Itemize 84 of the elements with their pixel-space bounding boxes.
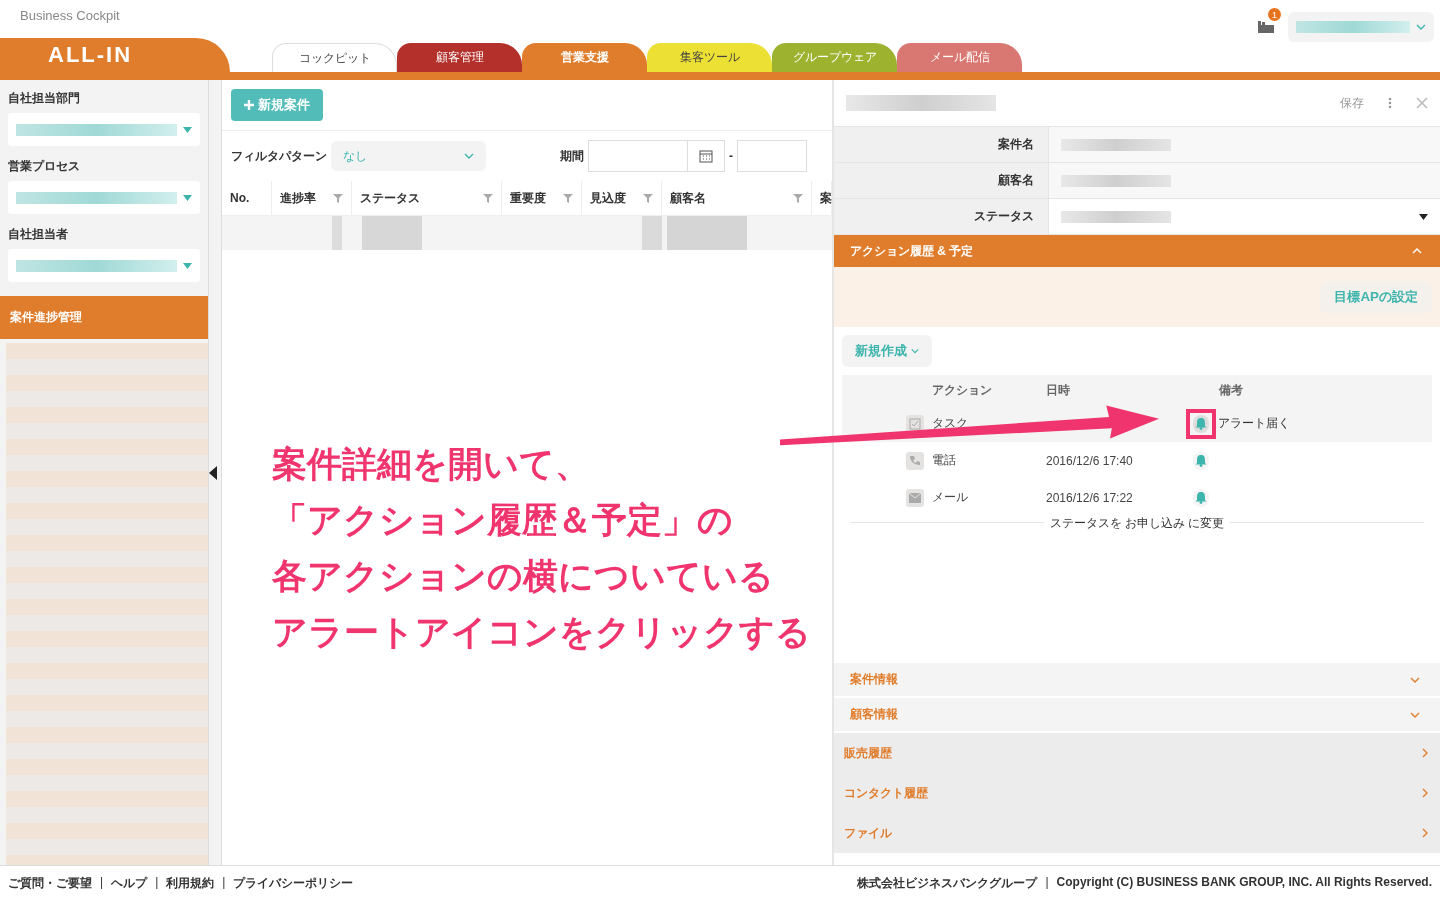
app-title: Business Cockpit — [20, 8, 120, 23]
filter-icon[interactable] — [483, 193, 493, 203]
footer-link[interactable]: 利用規約 — [166, 874, 215, 892]
chevron-down-icon[interactable] — [464, 151, 474, 161]
chevron-right-icon[interactable] — [1420, 748, 1430, 758]
action-datetime: 2016/12/6 17:22 — [1046, 490, 1133, 505]
nav-tab[interactable]: 顧客管理 — [397, 43, 522, 72]
more-icon[interactable] — [1388, 97, 1392, 109]
collapse-arrow-icon[interactable] — [209, 465, 217, 480]
chevron-icon[interactable] — [1412, 246, 1422, 256]
field-label: 顧客名 — [834, 163, 1049, 198]
chevron-down-icon[interactable] — [1416, 22, 1426, 32]
caret-icon[interactable] — [183, 194, 192, 201]
chevron-right-icon[interactable] — [1420, 828, 1430, 838]
range-separator: - — [729, 149, 733, 163]
bell-icon[interactable] — [1193, 414, 1209, 433]
dropdown-caret-icon[interactable] — [1419, 213, 1428, 220]
filter-label: 自社担当部門 — [7, 90, 81, 107]
company-name: 株式会社ビジネスバンクグループ — [857, 874, 1038, 892]
filter-select[interactable] — [8, 113, 200, 146]
field-value[interactable] — [1049, 127, 1440, 162]
footer-link[interactable]: ご質問・ご要望 — [8, 874, 92, 892]
bell-icon[interactable] — [1193, 451, 1209, 470]
annotation-text: 各アクションの横についている — [272, 555, 775, 597]
column-header[interactable]: 案 — [812, 181, 832, 215]
filter-icon[interactable] — [643, 193, 653, 203]
status-change-note: ステータスを お申し込み に変更 — [1043, 516, 1231, 530]
annotation-text: 「アクション履歴＆予定」の — [272, 499, 734, 541]
envelope-icon — [906, 488, 924, 507]
date-field[interactable] — [737, 140, 807, 172]
column-header[interactable]: 見込度 — [582, 181, 662, 215]
filter-select[interactable] — [8, 249, 200, 282]
action-row[interactable]: 電話 2016/12/6 17:40 — [842, 442, 1432, 479]
column-header: 備考 — [1218, 381, 1243, 399]
notification-icon[interactable] — [1256, 19, 1276, 35]
notification-badge: 1 — [1268, 8, 1281, 21]
bell-icon[interactable] — [1193, 488, 1209, 507]
field-label: ステータス — [834, 199, 1049, 234]
field-label: 案件名 — [834, 127, 1049, 162]
separator: | — [1045, 874, 1049, 891]
filter-pattern-label: フィルタパターン — [231, 147, 327, 165]
annotation-text: 案件詳細を開いて、 — [272, 443, 591, 485]
chevron-right-icon[interactable] — [1420, 788, 1430, 798]
user-dropdown[interactable] — [1288, 12, 1434, 42]
filter-icon[interactable] — [793, 193, 803, 203]
copyright-text: Copyright (C) BUSINESS BANK GROUP, INC. All Rights Reserved. — [1056, 874, 1432, 891]
filter-icon[interactable] — [563, 193, 573, 203]
nav-tab[interactable]: コックピット — [272, 43, 397, 72]
column-header[interactable]: 重要度 — [502, 181, 582, 215]
phone-icon — [906, 451, 924, 470]
filter-label: 営業プロセス — [7, 158, 81, 175]
footer-link[interactable]: プライバシーポリシー — [233, 874, 354, 892]
blurred-table-row[interactable] — [222, 216, 832, 250]
column-header: アクション — [932, 381, 993, 399]
separator: | — [100, 874, 104, 891]
filter-icon[interactable] — [333, 193, 343, 203]
close-icon[interactable] — [1416, 97, 1428, 109]
action-name: 電話 — [932, 452, 957, 469]
field-value[interactable] — [1049, 163, 1440, 198]
column-header[interactable]: ステータス — [352, 181, 502, 215]
action-note: アラート届く — [1218, 415, 1290, 432]
annotation-text: アラートアイコンをクリックする — [272, 611, 811, 653]
action-name: メール — [932, 489, 969, 506]
checkbox-icon — [906, 414, 924, 433]
plus-icon — [244, 100, 254, 110]
action-row[interactable]: メール 2016/12/6 17:22 — [842, 479, 1432, 516]
separator: | — [155, 874, 159, 891]
caret-icon[interactable] — [183, 262, 192, 269]
column-header[interactable]: 顧客名 — [662, 181, 812, 215]
column-header: 日時 — [1046, 381, 1071, 399]
column-header[interactable]: 進捗率 — [272, 181, 352, 215]
calendar-icon[interactable] — [687, 140, 725, 172]
app-logo: ALL-IN — [0, 38, 230, 72]
action-datetime: 2016/12/6 17:40 — [1046, 453, 1133, 468]
chevron-down-icon — [911, 347, 919, 355]
filter-select[interactable] — [8, 181, 200, 214]
filter-label: 自社担当者 — [7, 226, 69, 243]
nav-tab[interactable]: 集客ツール — [647, 43, 772, 72]
caret-icon[interactable] — [183, 126, 192, 133]
column-header[interactable]: No. — [222, 181, 272, 215]
period-label: 期間 — [560, 147, 584, 165]
separator: | — [222, 874, 226, 891]
action-name: タスク — [932, 415, 969, 432]
footer-link[interactable]: ヘルプ — [111, 874, 148, 892]
